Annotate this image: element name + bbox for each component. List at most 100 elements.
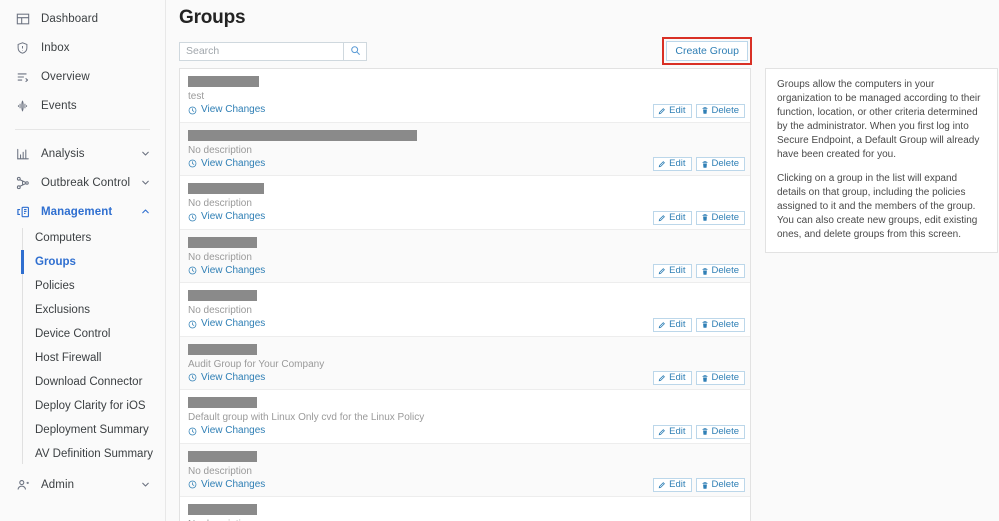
edit-button[interactable]: Edit (653, 210, 692, 225)
row-actions: Edit Delete (653, 371, 745, 385)
group-description: No description (188, 465, 252, 477)
sidebar-section-management[interactable]: Management (0, 197, 165, 226)
group-description: No description (188, 198, 252, 209)
delete-button[interactable]: Delete (695, 424, 745, 439)
delete-button[interactable]: Delete (695, 157, 745, 171)
edit-label: Edit (669, 479, 686, 491)
view-changes-link[interactable]: View Changes (188, 104, 265, 116)
view-changes-link[interactable]: View Changes (188, 372, 265, 384)
view-changes-link[interactable]: View Changes (188, 425, 265, 437)
view-changes-link[interactable]: View Changes (188, 265, 265, 277)
view-changes-link[interactable]: View Changes (188, 479, 265, 491)
group-row[interactable]: No description View Changes EditDelete (180, 176, 750, 230)
view-changes-label: View Changes (201, 371, 266, 383)
edit-button[interactable]: Edit (653, 478, 692, 492)
sidebar-item-overview[interactable]: Overview (0, 62, 165, 91)
sidebar-item-computers[interactable]: Computers (0, 226, 165, 250)
edit-button[interactable]: Edit (653, 103, 692, 118)
group-name-redacted (188, 343, 257, 355)
delete-button[interactable]: Delete (695, 317, 745, 332)
sidebar-item-exclusions[interactable]: Exclusions (0, 298, 165, 322)
delete-label: Delete (711, 425, 739, 437)
sidebar-item-inbox[interactable]: Inbox (0, 33, 165, 62)
sidebar-section-label: Analysis (41, 147, 85, 160)
edit-label: Edit (669, 104, 686, 116)
trash-icon (701, 320, 709, 329)
group-row[interactable]: Default group with Linux Only cvd for th… (180, 390, 750, 444)
group-description: Audit Group for Your Company (188, 358, 325, 370)
sidebar-section-admin[interactable]: Admin (0, 470, 165, 499)
sub-item-label: Host Firewall (35, 352, 102, 364)
delete-button[interactable]: Delete (695, 371, 745, 385)
clock-icon (188, 159, 197, 168)
shield-icon (15, 40, 30, 55)
chevron-down-icon[interactable] (140, 479, 151, 490)
group-name-redacted (188, 290, 257, 301)
group-name-redacted (188, 236, 257, 248)
clock-icon (188, 320, 197, 329)
group-row[interactable]: No descriptionView ChangesEditDelete (180, 122, 750, 176)
sidebar-section-analysis[interactable]: Analysis (0, 139, 165, 168)
user-icon (15, 477, 30, 492)
group-row[interactable]: Audit Group for Your Company View Changes… (180, 336, 750, 390)
edit-button[interactable]: Edit (653, 424, 692, 439)
chevron-down-icon[interactable] (140, 148, 151, 159)
delete-label: Delete (711, 479, 739, 491)
view-changes-link[interactable]: View Changes (188, 318, 265, 330)
sub-item-label: Deploy Clarity for iOS (35, 400, 146, 412)
row-actions: Edit Delete (653, 210, 745, 225)
sidebar-section-outbreak-control[interactable]: Outbreak Control (0, 168, 165, 197)
delete-label: Delete (711, 265, 739, 277)
search-button[interactable] (343, 41, 367, 61)
sidebar-item-events[interactable]: Events (0, 91, 165, 120)
sidebar-section-label: Management (41, 205, 113, 218)
sidebar-item-av-definition-summary[interactable]: AV Definition Summary (0, 442, 165, 466)
edit-button[interactable]: Edit (653, 317, 692, 332)
groups-list: test View Changes Edit Delete No description… (180, 69, 750, 521)
trash-icon (701, 374, 709, 383)
sidebar-item-label: Overview (41, 70, 90, 83)
delete-button[interactable]: Delete (695, 210, 745, 225)
sidebar-item-policies[interactable]: Policies (0, 274, 165, 298)
delete-label: Delete (711, 372, 739, 384)
content-area: test View Changes Edit Delete No description… (175, 68, 998, 521)
sidebar-item-deployment-summary[interactable]: Deployment Summary (0, 418, 165, 442)
delete-button[interactable]: Delete (695, 103, 745, 118)
sidebar-item-dashboard[interactable]: Dashboard (0, 4, 165, 33)
group-name-redacted (188, 397, 257, 408)
view-changes-label: View Changes (201, 478, 266, 490)
group-row[interactable]: No descriptionView Changes Edit Delete (180, 443, 750, 497)
sidebar-item-label: Events (41, 99, 77, 112)
sidebar-item-deploy-clarity-for-ios[interactable]: Deploy Clarity for iOS (0, 394, 165, 418)
sidebar-item-download-connector[interactable]: Download Connector (0, 370, 165, 394)
group-row[interactable]: test View Changes Edit Delete (180, 69, 750, 123)
main-content: Groups Create Group test View Changes Edit (166, 0, 999, 521)
sidebar-item-device-control[interactable]: Device Control (0, 322, 165, 346)
sidebar: Dashboard Inbox Overview Events Analysis… (0, 0, 166, 521)
view-changes-link[interactable]: View Changes (188, 211, 265, 223)
create-group-button[interactable]: Create Group (666, 41, 748, 61)
chevron-up-icon[interactable] (140, 206, 151, 217)
computer-icon (15, 204, 30, 219)
edit-button[interactable]: Edit (653, 371, 692, 385)
sub-item-label: Deployment Summary (35, 424, 149, 436)
chevron-down-icon[interactable] (140, 177, 151, 188)
group-description: No description (188, 305, 252, 316)
delete-button[interactable]: Delete (695, 264, 745, 278)
view-changes-label: View Changes (201, 425, 266, 436)
group-row[interactable]: No descriptionView ChangesEditDelete (180, 229, 750, 283)
sidebar-item-label: Dashboard (41, 12, 99, 25)
sidebar-item-groups[interactable]: Groups (0, 250, 165, 274)
group-row[interactable]: No description View Changes EditDelete (180, 283, 750, 337)
delete-button[interactable]: Delete (695, 478, 745, 492)
search-input[interactable] (179, 41, 343, 61)
edit-button[interactable]: Edit (653, 157, 692, 171)
pencil-icon (658, 427, 666, 436)
view-changes-link[interactable]: View Changes (188, 158, 265, 170)
clock-icon (188, 427, 197, 436)
edit-button[interactable]: Edit (653, 264, 692, 278)
sidebar-item-host-firewall[interactable]: Host Firewall (0, 346, 165, 370)
group-row[interactable]: No descriptionView ChangesEditDelete (180, 497, 750, 521)
info-panel: Groups allow the computers in your organ… (765, 68, 998, 253)
clock-icon (188, 106, 197, 115)
